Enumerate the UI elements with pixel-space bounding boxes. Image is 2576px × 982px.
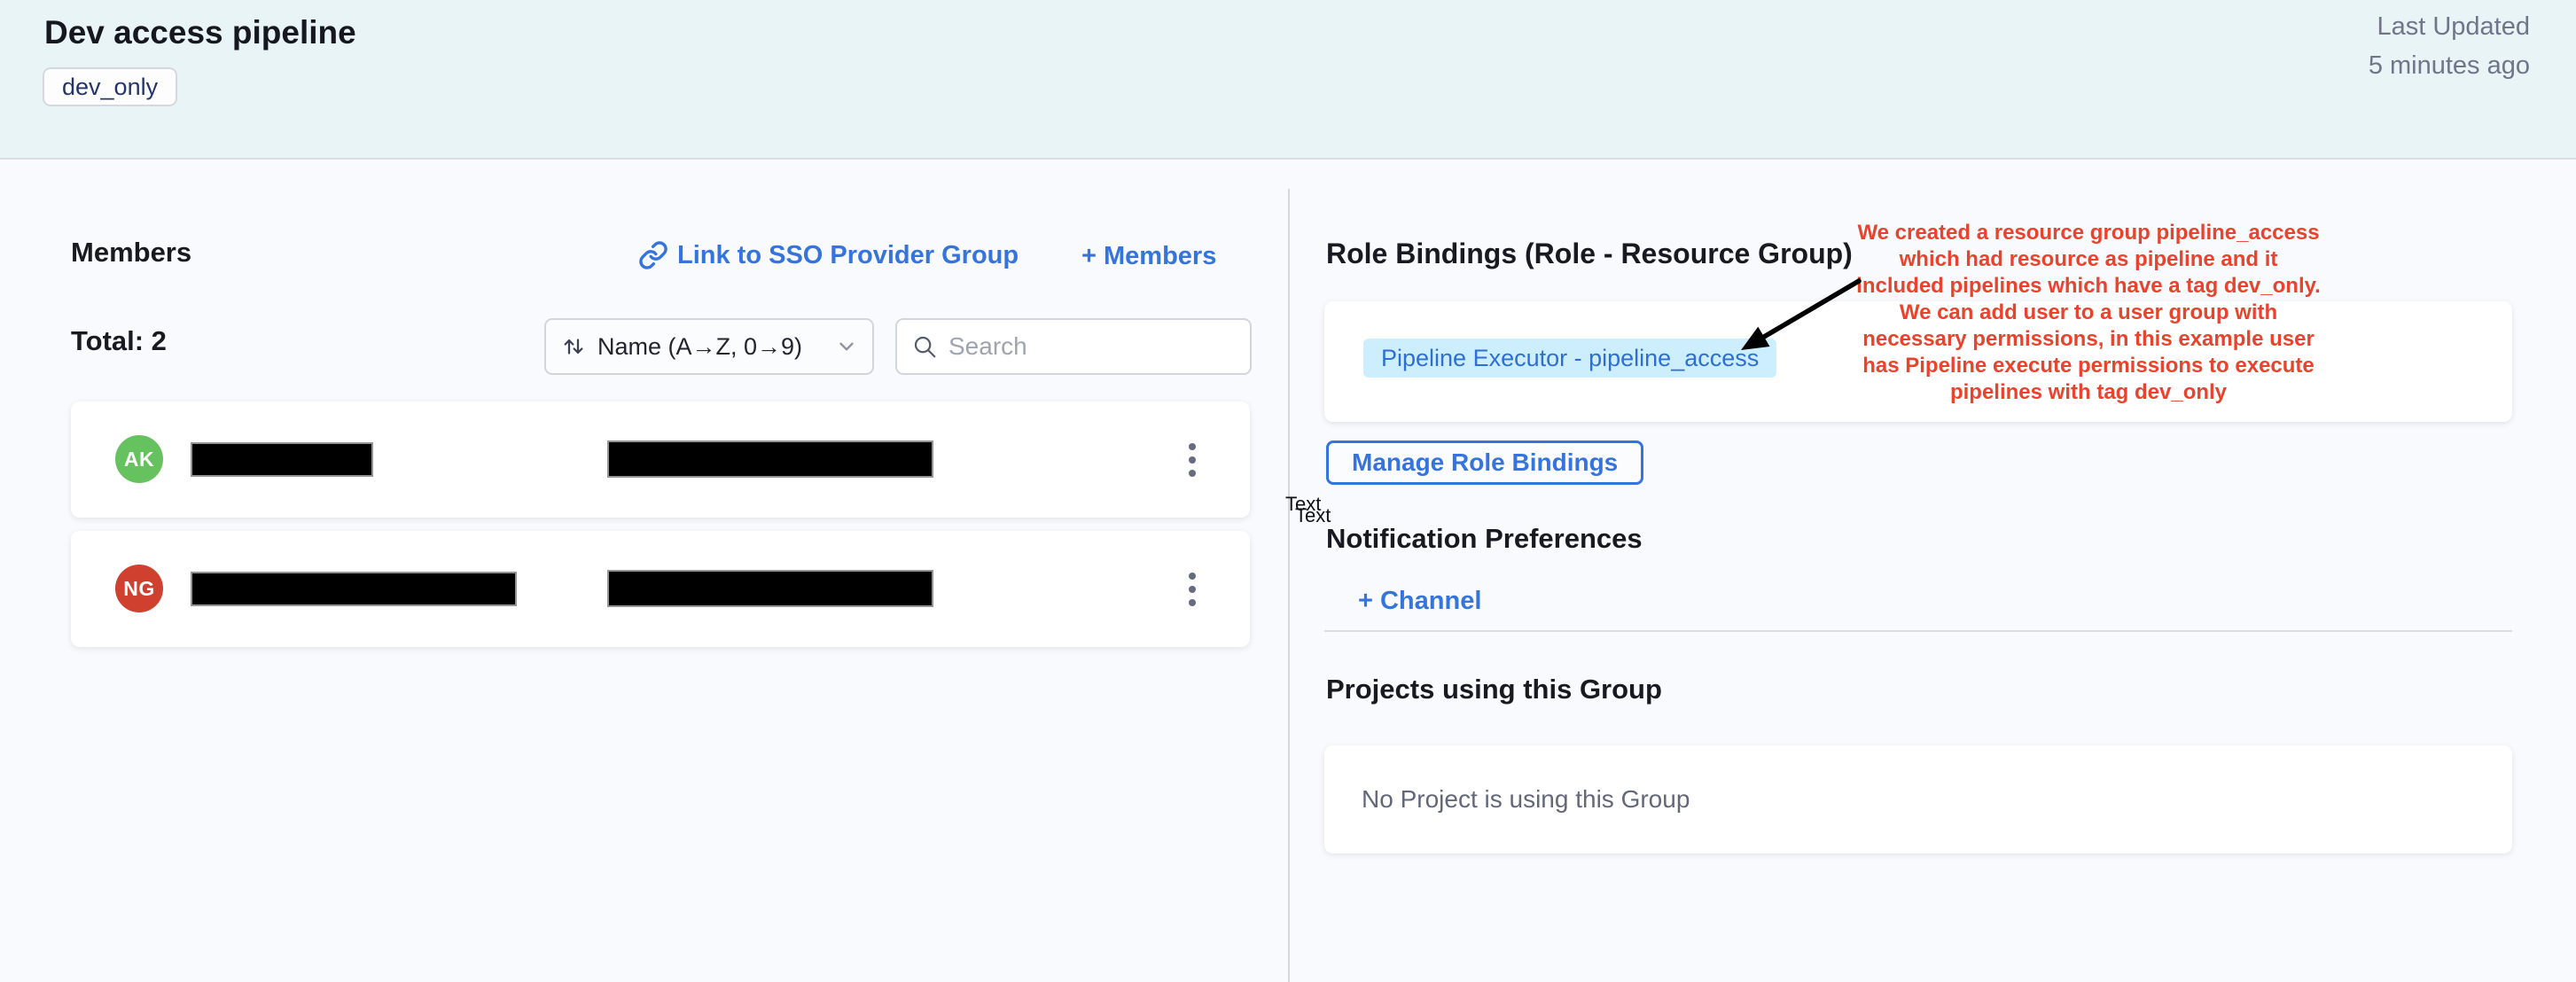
members-total: Total: 2: [71, 325, 167, 357]
annotation-arrow: [1729, 270, 1879, 372]
search-input[interactable]: [948, 332, 1236, 361]
member-options-menu-button[interactable]: [1175, 401, 1210, 518]
redacted-member-email: [607, 570, 933, 607]
avatar: NG: [115, 565, 163, 612]
notification-preferences-heading: Notification Preferences: [1326, 523, 1643, 555]
search-icon: [911, 333, 938, 360]
role-bindings-heading: Role Bindings (Role - Resource Group): [1326, 238, 1853, 270]
members-heading: Members: [71, 237, 191, 269]
avatar: AK: [115, 435, 163, 483]
details-panel: Role Bindings (Role - Resource Group) We…: [1324, 189, 2512, 982]
sort-dropdown[interactable]: Name (A→Z, 0→9): [544, 318, 874, 375]
role-binding-chip[interactable]: Pipeline Executor - pipeline_access: [1363, 339, 1776, 378]
sort-arrows-icon: [560, 333, 587, 360]
link-icon: [638, 240, 668, 270]
panel-divider: [1288, 189, 1290, 982]
member-options-menu-button[interactable]: [1175, 531, 1210, 647]
group-tag-badge: dev_only: [43, 67, 177, 106]
stray-text-label: Text: [1295, 504, 1331, 527]
projects-card: No Project is using this Group: [1324, 745, 2512, 853]
redacted-member-name: [191, 572, 517, 606]
manage-role-bindings-button[interactable]: Manage Role Bindings: [1326, 440, 1643, 485]
add-channel-button[interactable]: + Channel: [1358, 587, 1481, 616]
page-header: Dev access pipeline dev_only Last Update…: [0, 0, 2576, 160]
page-title: Dev access pipeline: [44, 14, 356, 51]
user-group-detail-page: Dev access pipeline dev_only Last Update…: [0, 0, 2576, 982]
link-to-sso-button[interactable]: Link to SSO Provider Group: [638, 240, 1019, 270]
link-to-sso-label: Link to SSO Provider Group: [677, 241, 1019, 270]
last-updated-block: Last Updated 5 minutes ago: [2369, 7, 2530, 85]
projects-heading: Projects using this Group: [1326, 674, 1662, 705]
chevron-down-icon: [835, 335, 858, 358]
members-panel: Members Link to SSO Provider Group + Mem…: [71, 189, 1250, 982]
last-updated-label: Last Updated: [2369, 7, 2530, 46]
add-members-label: + Members: [1081, 242, 1216, 271]
last-updated-value: 5 minutes ago: [2369, 46, 2530, 85]
sort-selected-value: Name (A→Z, 0→9): [597, 333, 824, 361]
section-rule: [1324, 630, 2512, 632]
member-row: NG: [71, 531, 1250, 647]
member-search: [895, 318, 1252, 375]
redacted-member-name: [191, 442, 373, 477]
add-members-button[interactable]: + Members: [1081, 242, 1216, 271]
member-row: AK: [71, 401, 1250, 518]
projects-empty-message: No Project is using this Group: [1362, 785, 1690, 814]
annotation-note: We created a resource group pipeline_acc…: [1840, 220, 2337, 406]
redacted-member-email: [607, 440, 933, 478]
